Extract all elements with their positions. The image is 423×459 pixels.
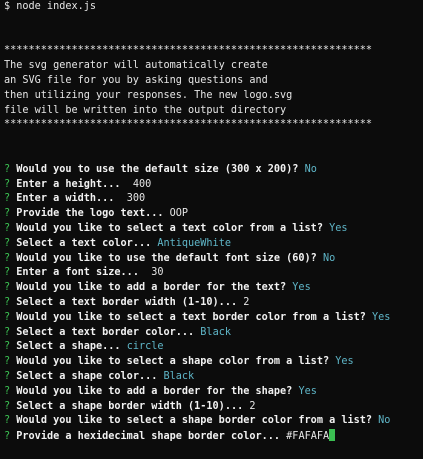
prompt-question-mark: ? [4,341,11,353]
prompt-answer: Yes [298,385,317,397]
prompt-question-mark: ? [4,267,11,279]
prompt-line: ? Enter a width... 300 [4,192,423,207]
prompt-question: Provide the logo text... [16,208,164,220]
prompt-question-mark: ? [4,252,11,264]
prompt-question-mark: ? [4,415,11,427]
prompt-answer: Yes [292,282,311,294]
prompt-answer: 300 [126,193,146,205]
prompt-line: ? Select a text border color... Black [4,326,423,341]
command-line: $ node index.js [4,1,97,12]
prompt-line: ? Would you to use the default size (300… [4,163,423,178]
prompt-question-mark: ? [4,208,11,220]
prompt-answer: 30 [151,267,164,279]
prompt-question: Would you like to select a text color fr… [16,222,323,234]
prompt-line: ? Provide the logo text... OOP [4,207,423,222]
prompt-answer: AntiqueWhite [157,237,231,249]
prompt-question: Enter a font size... [16,267,139,279]
prompt-answer: No [378,415,391,427]
prompt-question-mark: ? [4,431,11,443]
prompt-question: Select a shape color... [16,370,158,382]
prompt-answer: Yes [335,356,354,368]
prompt-list: ? Would you to use the default size (300… [4,163,423,444]
prompt-line: ? Would you like to add a border for the… [4,385,423,400]
prompt-line: ? Enter a font size... 30 [4,266,423,281]
prompt-line: ? Would you like to select a shape color… [4,355,423,370]
prompt-question-mark: ? [4,282,11,294]
prompt-line: ? Select a shape border width (1-10)... … [4,400,423,415]
prompt-line: ? Select a shape... circle [4,340,423,355]
prompt-question: Would you like to select a shape border … [16,415,373,427]
text-cursor [329,429,336,442]
terminal-output[interactable]: $ node index.js ************************… [4,0,423,459]
prompt-line: ? Would you like to select a text border… [4,311,423,326]
prompt-line: ? Would you like to select a shape borde… [4,414,423,429]
prompt-question-mark: ? [4,311,11,323]
banner-text-line: The svg generator will automatically cre… [4,60,268,72]
prompt-question-mark: ? [4,237,11,249]
prompt-question: Would you like to use the default font s… [16,252,317,264]
prompt-question: Select a text border color... [16,326,195,338]
prompt-line: ? Provide a hexidecimal shape border col… [4,429,423,444]
prompt-line: ? Select a shape color... Black [4,370,423,385]
intro-banner: ****************************************… [4,44,423,133]
prompt-answer: OOP [169,208,189,220]
prompt-question: Would you like to add a border for the t… [16,282,287,294]
banner-text-line: then utilizing your responses. The new l… [4,89,293,101]
prompt-question: Select a text border width (1-10)... [16,296,238,308]
prompt-question-mark: ? [4,163,11,175]
prompt-question-mark: ? [4,296,11,308]
banner-text-line: file will be written into the output dir… [4,104,287,116]
prompt-question: Would you like to select a shape color f… [16,356,330,368]
prompt-answer: Yes [329,222,348,234]
prompt-question-mark: ? [4,400,11,412]
prompt-answer: 2 [243,296,250,308]
prompt-question: Select a text color... [16,237,152,249]
prompt-answer: circle [126,341,164,353]
prompt-question-mark: ? [4,356,11,368]
prompt-question-mark: ? [4,178,11,190]
prompt-question: Select a shape border width (1-10)... [16,400,244,412]
prompt-question-mark: ? [4,385,11,397]
prompt-line: ? Select a text border width (1-10)... 2 [4,296,423,311]
prompt-answer[interactable]: #FAFAFA [286,431,329,442]
prompt-line: ? Select a text color... AntiqueWhite [4,237,423,252]
prompt-question: Would you like to add a border for the s… [16,385,293,397]
prompt-question: Enter a height... [16,178,121,190]
prompt-question: Enter a width... [16,193,115,205]
banner-text-line: an SVG file for you by asking questions … [4,74,268,86]
banner-separator: ****************************************… [4,119,373,131]
prompt-line: ? Would you like to select a text color … [4,222,423,237]
prompt-answer: Black [200,326,231,338]
prompt-question: Select a shape... [16,341,121,353]
prompt-question-mark: ? [4,222,11,234]
prompt-answer: Black [163,370,195,382]
prompt-question-mark: ? [4,326,11,338]
prompt-question: Would you to use the default size (300 x… [16,163,299,175]
prompt-answer: 400 [132,178,152,190]
prompt-answer: 2 [249,400,256,412]
prompt-line: ? Enter a height... 400 [4,178,423,193]
prompt-question: Provide a hexidecimal shape border color… [16,431,281,443]
prompt-answer: No [304,163,317,175]
banner-separator: ****************************************… [4,45,373,57]
prompt-answer: No [322,252,336,264]
prompt-line: ? Would you like to use the default font… [4,252,423,267]
prompt-question-mark: ? [4,370,11,382]
prompt-answer: Yes [372,311,391,323]
prompt-line: ? Would you like to add a border for the… [4,281,423,296]
prompt-question-mark: ? [4,193,11,205]
prompt-question: Would you like to select a text border c… [16,311,366,323]
